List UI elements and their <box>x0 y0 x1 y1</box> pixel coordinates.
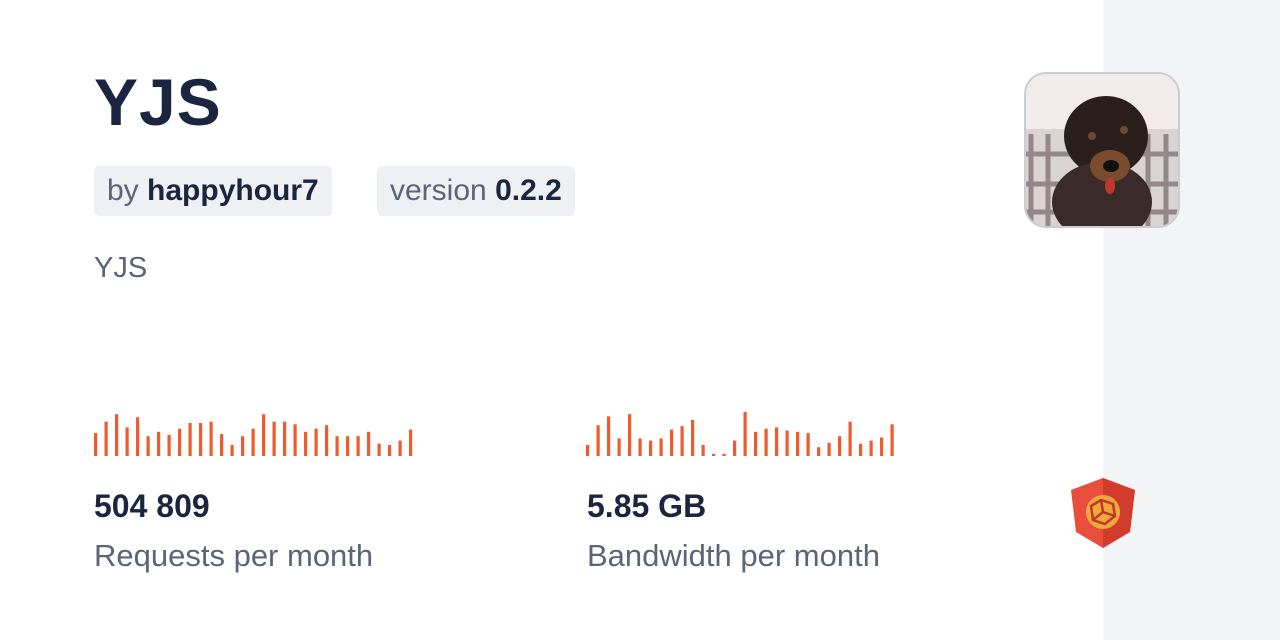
requests-sparkline-bar <box>388 445 392 456</box>
requests-sparkline-bar <box>314 428 318 456</box>
requests-sparkline-bar <box>346 436 350 456</box>
bandwidth-sparkline-bar <box>638 438 642 456</box>
requests-sparkline <box>94 414 413 456</box>
package-description: YJS <box>94 252 148 284</box>
bandwidth-sparkline-bar <box>649 440 653 456</box>
version-number: 0.2.2 <box>495 174 562 207</box>
requests-value: 504 809 <box>94 488 210 524</box>
requests-sparkline-bar <box>157 431 161 456</box>
bandwidth-sparkline-bar <box>880 437 884 456</box>
bandwidth-value: 5.85 GB <box>587 488 707 524</box>
bandwidth-sparkline-bar <box>596 425 600 456</box>
requests-sparkline-bar <box>115 414 119 456</box>
bandwidth-sparkline-bar <box>775 427 779 456</box>
bandwidth-sparkline-bar <box>733 440 737 456</box>
requests-sparkline-bar <box>199 423 203 456</box>
requests-sparkline-bar <box>220 434 224 456</box>
requests-sparkline-bar <box>356 436 360 456</box>
requests-sparkline-bar <box>251 428 255 456</box>
author-avatar <box>1024 72 1180 228</box>
author-chip[interactable]: by happyhour7 <box>94 166 332 216</box>
author-name: happyhour7 <box>147 174 319 207</box>
requests-sparkline-bar <box>262 414 266 456</box>
requests-label: Requests per month <box>94 538 374 573</box>
bandwidth-sparkline-bar <box>890 424 894 456</box>
requests-sparkline-bar <box>146 436 150 456</box>
requests-sparkline-bar <box>136 417 140 456</box>
requests-sparkline-bar <box>241 436 245 456</box>
version-prefix: version <box>390 174 487 207</box>
author-prefix: by <box>107 174 139 207</box>
requests-sparkline-bar <box>293 424 297 456</box>
requests-sparkline-bar <box>104 421 108 456</box>
bandwidth-sparkline-bar <box>617 438 621 456</box>
requests-sparkline-bar <box>94 433 98 456</box>
bandwidth-sparkline-bar <box>670 429 674 456</box>
version-chip[interactable]: version 0.2.2 <box>377 166 575 216</box>
bandwidth-label: Bandwidth per month <box>587 538 880 573</box>
requests-sparkline-bar <box>188 423 192 456</box>
requests-sparkline-bar <box>304 431 308 456</box>
bandwidth-sparkline-bar <box>869 440 873 456</box>
bandwidth-sparkline-bar <box>680 426 684 456</box>
requests-sparkline-bar <box>230 445 234 456</box>
bandwidth-sparkline-bar <box>796 431 800 456</box>
requests-sparkline-bar <box>125 427 129 456</box>
bandwidth-sparkline-bar <box>586 445 590 456</box>
requests-sparkline-bar <box>272 421 276 456</box>
bandwidth-sparkline-bar <box>743 412 747 456</box>
bandwidth-sparkline <box>586 412 894 456</box>
requests-sparkline-bar <box>409 429 413 456</box>
bandwidth-sparkline-bar <box>848 421 852 456</box>
bandwidth-sparkline-bar <box>722 453 726 456</box>
bandwidth-sparkline-bar <box>691 419 695 456</box>
requests-sparkline-bar <box>367 431 371 456</box>
bandwidth-sparkline-bar <box>827 442 831 456</box>
bandwidth-sparkline-bar <box>659 438 663 456</box>
requests-sparkline-bar <box>335 436 339 456</box>
bandwidth-sparkline-bar <box>764 428 768 456</box>
bandwidth-sparkline-bar <box>754 431 758 456</box>
bandwidth-sparkline-bar <box>817 447 821 456</box>
requests-sparkline-bar <box>377 443 381 456</box>
bandwidth-sparkline-bar <box>785 430 789 456</box>
requests-sparkline-bar <box>325 425 329 456</box>
jsdelivr-logo-icon[interactable] <box>1069 478 1137 548</box>
package-title: YJS <box>94 65 222 139</box>
avatar-photo-icon <box>1026 74 1178 226</box>
bandwidth-sparkline-bar <box>712 453 716 456</box>
requests-sparkline-bar <box>167 434 171 456</box>
bandwidth-sparkline-bar <box>859 443 863 456</box>
requests-sparkline-bar <box>283 421 287 456</box>
bandwidth-sparkline-bar <box>701 445 705 456</box>
bandwidth-sparkline-bar <box>838 436 842 456</box>
requests-sparkline-bar <box>398 440 402 456</box>
requests-sparkline-bar <box>209 421 213 456</box>
bandwidth-sparkline-bar <box>806 433 810 456</box>
requests-sparkline-bar <box>178 428 182 456</box>
bandwidth-sparkline-bar <box>628 414 632 456</box>
bandwidth-sparkline-bar <box>607 416 611 456</box>
